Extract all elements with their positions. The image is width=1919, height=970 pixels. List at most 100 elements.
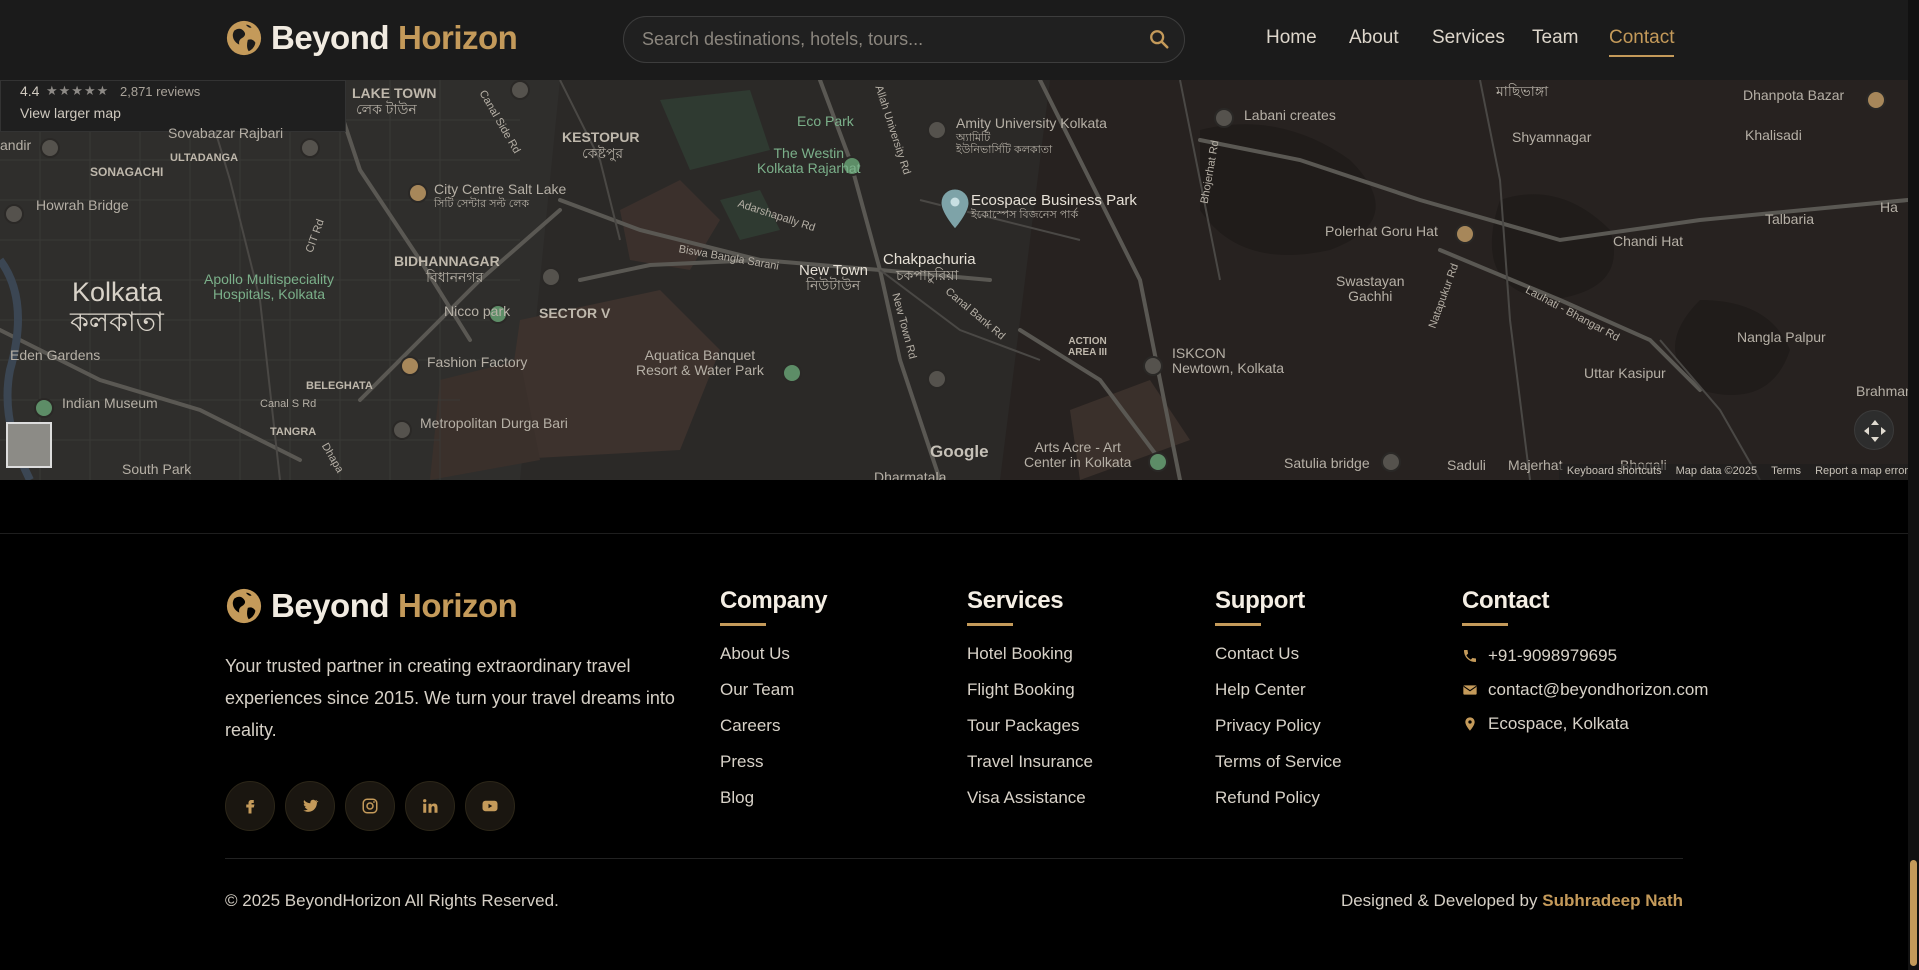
map-pin[interactable] — [510, 80, 530, 100]
map-pin[interactable] — [1148, 452, 1168, 472]
map-label: Ha — [1880, 199, 1898, 215]
footer-link[interactable]: About Us — [720, 645, 827, 682]
map-label: Eco Park — [797, 113, 854, 129]
map-reviews-link[interactable]: 2,871 reviews — [120, 84, 200, 99]
nav-about[interactable]: About — [1349, 27, 1399, 49]
location-pin-icon[interactable] — [940, 188, 970, 230]
map-pin[interactable] — [392, 420, 412, 440]
developer-name-link[interactable]: Subhradeep Nath — [1542, 891, 1683, 910]
linkedin-link[interactable] — [405, 781, 455, 831]
footer-link[interactable]: Visa Assistance — [967, 789, 1093, 826]
map-data-text: Map data ©2025 — [1675, 465, 1758, 477]
map-label: Chandi Hat — [1613, 233, 1684, 249]
report-map-error-link[interactable]: Report a map error — [1815, 465, 1908, 480]
map-label: Metropolitan Durga Bari — [420, 415, 568, 431]
nav-home[interactable]: Home — [1266, 27, 1317, 49]
map-label: BELEGHATA — [306, 380, 373, 392]
footer-link[interactable]: Blog — [720, 789, 827, 826]
footer-link[interactable]: Careers — [720, 717, 827, 754]
map-pin[interactable] — [40, 138, 60, 158]
brand-word-2: Horizon — [398, 587, 518, 624]
footer-link[interactable]: Hotel Booking — [967, 645, 1093, 682]
footer-link[interactable]: Help Center — [1215, 681, 1342, 718]
brand-word-1: Beyond — [271, 19, 390, 56]
search-input[interactable] — [642, 17, 1122, 62]
facebook-icon — [246, 800, 255, 814]
footer-link[interactable]: Privacy Policy — [1215, 717, 1342, 754]
map-label: Brahman — [1856, 383, 1908, 399]
footer-link[interactable]: Refund Policy — [1215, 789, 1342, 826]
map-pin[interactable] — [400, 356, 420, 376]
envelope-icon — [1463, 685, 1477, 695]
map-label: Nicco park — [444, 303, 511, 319]
map-label: Aquatica Banquet Resort & Water Park — [636, 347, 764, 379]
view-larger-map-link[interactable]: View larger map — [20, 105, 121, 121]
contact-email-text: contact@beyondhorizon.com — [1488, 680, 1709, 699]
map-pin[interactable] — [4, 204, 24, 224]
footer-link[interactable]: Flight Booking — [967, 681, 1093, 718]
footer-link[interactable]: Travel Insurance — [967, 753, 1093, 790]
map-label: Dharmatala — [874, 469, 947, 480]
map-road-label: Canal S Rd — [260, 398, 317, 410]
map-label: Eden Gardens — [10, 347, 101, 363]
linkedin-icon — [423, 799, 438, 813]
map-pin[interactable] — [1381, 452, 1401, 472]
footer-link[interactable]: Our Team — [720, 681, 827, 718]
map-pin[interactable] — [1455, 224, 1475, 244]
footer-brand-logo[interactable]: Beyond Horizon — [225, 587, 518, 625]
nav-team[interactable]: Team — [1532, 27, 1578, 49]
footer-link[interactable]: Press — [720, 753, 827, 790]
nav-contact[interactable]: Contact — [1609, 27, 1675, 57]
copyright-text: © 2025 BeyondHorizon All Rights Reserved… — [225, 891, 559, 910]
nav-services[interactable]: Services — [1432, 27, 1505, 49]
map-pin[interactable] — [34, 398, 54, 418]
keyboard-shortcuts-link[interactable]: Keyboard shortcuts — [1567, 465, 1662, 480]
map-label: Howrah Bridge — [36, 197, 129, 213]
map-pin[interactable] — [1214, 108, 1234, 128]
scrollbar-thumb[interactable] — [1910, 860, 1917, 966]
map-label: অ্যামিটি ইউনিভার্সিটি কলকাতা — [956, 132, 1053, 157]
contact-email[interactable]: contact@beyondhorizon.com — [1462, 673, 1708, 707]
map-label: BIDHANNAGAR — [394, 253, 500, 269]
map-label: ইকোস্পেস বিজনেস পার্ক — [971, 209, 1079, 221]
map-pin[interactable] — [927, 369, 947, 389]
map-label: ULTADANGA — [170, 152, 239, 164]
youtube-link[interactable] — [465, 781, 515, 831]
map-label: KESTOPUR — [562, 129, 640, 145]
map-label-kolkata-bn: কলকাতা — [70, 307, 164, 337]
map-terms-link[interactable]: Terms — [1771, 465, 1801, 480]
map-pin[interactable] — [782, 363, 802, 383]
map-pin[interactable] — [1866, 90, 1886, 110]
map-label: Dhanpota Bazar — [1743, 87, 1845, 103]
map-label: ACTION AREA III — [1068, 336, 1108, 358]
map-pin[interactable] — [300, 138, 320, 158]
map-label: Fashion Factory — [427, 354, 528, 370]
map-pin[interactable] — [408, 183, 428, 203]
location-map[interactable]: 4.4 ★★★★★ 2,871 reviews View larger map … — [0, 80, 1908, 480]
footer-link[interactable]: Tour Packages — [967, 717, 1093, 754]
satellite-view-toggle[interactable] — [6, 422, 52, 468]
map-pin[interactable] — [1143, 356, 1163, 376]
contact-address[interactable]: Ecospace, Kolkata — [1462, 707, 1708, 741]
map-label: SECTOR V — [539, 305, 611, 321]
page-scrollbar[interactable] — [1908, 0, 1919, 970]
search-icon[interactable] — [1148, 28, 1170, 50]
instagram-link[interactable] — [345, 781, 395, 831]
title-underline — [720, 623, 766, 626]
search-bar — [623, 16, 1185, 63]
brand-logo[interactable]: Beyond Horizon — [225, 19, 518, 57]
fullscreen-button[interactable] — [1854, 410, 1894, 450]
facebook-link[interactable] — [225, 781, 275, 831]
map-pin[interactable] — [927, 120, 947, 140]
contact-phone[interactable]: +91-9098979695 — [1462, 639, 1708, 673]
footer-link[interactable]: Contact Us — [1215, 645, 1342, 682]
twitter-link[interactable] — [285, 781, 335, 831]
footer-link[interactable]: Terms of Service — [1215, 753, 1342, 790]
brand-word-1: Beyond — [271, 587, 390, 624]
location-pin-icon — [1465, 717, 1475, 731]
map-label: Talbaria — [1765, 211, 1815, 227]
map-pin[interactable] — [541, 267, 561, 287]
map-label-kolkata: Kolkata — [72, 277, 163, 307]
map-label: চকপাচুরিয়া — [896, 267, 959, 283]
map-label: The Westin Kolkata Rajarhat — [757, 145, 861, 177]
